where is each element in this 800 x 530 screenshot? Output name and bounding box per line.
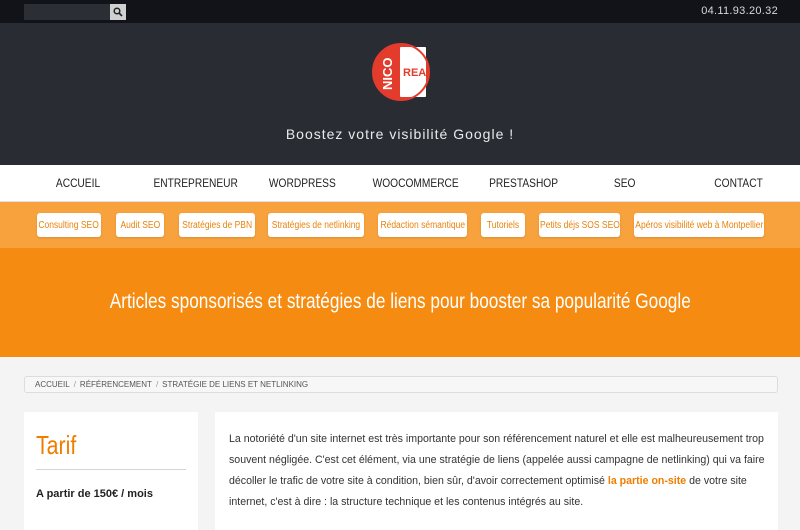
pricing-card: Tarif A partir de 150€ / mois	[24, 412, 198, 530]
search-input[interactable]	[24, 4, 110, 20]
pricing-divider	[36, 469, 186, 470]
search-icon	[113, 7, 123, 17]
sub-nav: Consulting SEO Audit SEO Stratégies de P…	[0, 202, 800, 248]
pricing-title-wrapper: Tarif	[36, 430, 85, 461]
article-paragraph: La notoriété d'un site internet est très…	[229, 429, 769, 513]
top-bar: 04.11.93.20.32	[0, 0, 800, 23]
chip-label: Consulting SEO	[38, 219, 100, 231]
site-tagline: Boostez votre visibilité Google !	[285, 126, 515, 142]
pricing-title: Tarif	[36, 430, 77, 460]
breadcrumb-item-current: Stratégie de liens et netlinking	[162, 380, 309, 389]
subnav-chip-audit-seo[interactable]: Audit SEO	[116, 213, 164, 237]
site-logo[interactable]: NICO REA	[372, 43, 430, 101]
page-title: Articles sponsorisés et stratégies de li…	[109, 290, 691, 313]
article-card: La notoriété d'un site internet est très…	[215, 412, 778, 530]
nav-item-accueil[interactable]: ACCUEIL	[56, 176, 100, 190]
logo-text-rea: REA	[403, 67, 426, 79]
page-banner: Articles sponsorisés et stratégies de li…	[0, 248, 800, 357]
breadcrumb-item-referencement[interactable]: Référencement	[80, 380, 152, 389]
site-header: NICO REA Boostez votre visibilité Google…	[0, 23, 800, 165]
main-nav: ACCUEIL ENTREPRENEUR WORDPRESS WOOCOMMER…	[0, 165, 800, 202]
search-button[interactable]	[110, 4, 126, 20]
nav-item-contact[interactable]: CONTACT	[714, 176, 763, 190]
chip-label: Audit SEO	[120, 219, 160, 231]
nav-item-prestashop[interactable]: PRESTASHOP	[489, 176, 558, 190]
breadcrumb: Accueil / Référencement / Stratégie de liens…	[24, 376, 778, 393]
chip-label: Rédaction sémantique	[380, 219, 465, 231]
subnav-chip-redaction-semantique[interactable]: Rédaction sémantique	[378, 213, 467, 237]
chip-label: Apéros visibilité web à Montpellier	[634, 219, 764, 231]
page-title-wrapper: Articles sponsorisés et stratégies de li…	[0, 290, 800, 314]
chip-label: Stratégies de PBN	[182, 219, 252, 231]
onsite-link[interactable]: la partie on-site	[608, 475, 686, 487]
subnav-chip-tutoriels[interactable]: Tutoriels	[481, 213, 525, 237]
subnav-chip-strategies-netlinking[interactable]: Stratégies de netlinking	[268, 213, 364, 237]
logo-text-nico: NICO	[380, 58, 395, 91]
pricing-amount: A partir de 150€ / mois	[36, 488, 153, 500]
nav-item-wordpress[interactable]: WORDPRESS	[269, 176, 336, 190]
breadcrumb-separator: /	[73, 380, 76, 389]
nav-item-seo[interactable]: SEO	[614, 176, 636, 190]
search-box	[24, 4, 126, 20]
chip-label: Tutoriels	[486, 219, 520, 231]
nav-item-woocommerce[interactable]: WOOCOMMERCE	[373, 176, 459, 190]
breadcrumb-item-accueil[interactable]: Accueil	[35, 380, 70, 389]
chip-label: Petits déjs SOS SEO	[539, 219, 620, 231]
breadcrumb-separator: /	[155, 380, 159, 389]
subnav-chip-consulting-seo[interactable]: Consulting SEO	[37, 213, 101, 237]
subnav-chip-strategies-pbn[interactable]: Stratégies de PBN	[179, 213, 255, 237]
nav-item-entrepreneur[interactable]: ENTREPRENEUR	[153, 176, 237, 190]
subnav-chip-aperos-montpellier[interactable]: Apéros visibilité web à Montpellier	[634, 213, 764, 237]
phone-number[interactable]: 04.11.93.20.32	[701, 5, 778, 17]
chip-label: Stratégies de netlinking	[271, 219, 361, 231]
subnav-chip-petits-dejs[interactable]: Petits déjs SOS SEO	[539, 213, 620, 237]
